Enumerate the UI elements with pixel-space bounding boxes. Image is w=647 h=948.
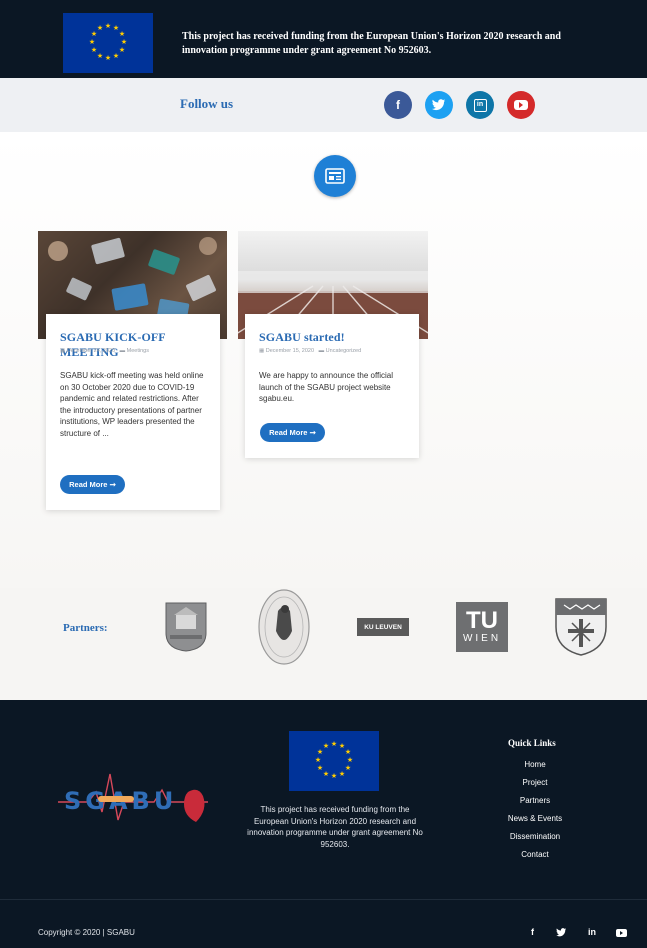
svg-text:★: ★ <box>317 764 323 772</box>
post-meta: ▦ December 24, 2020 ▬ Meetings <box>60 348 149 354</box>
svg-text:★: ★ <box>345 748 351 756</box>
svg-text:★: ★ <box>119 46 125 54</box>
tu-wien-text-bottom: WIEN <box>462 633 502 644</box>
sgabu-logo[interactable]: SGABU <box>58 762 208 832</box>
svg-text:★: ★ <box>323 770 329 778</box>
calendar-icon: ▦ <box>60 348 67 354</box>
svg-text:★: ★ <box>97 24 103 32</box>
youtube-icon[interactable] <box>507 91 535 119</box>
svg-text:★: ★ <box>121 38 127 46</box>
calendar-icon: ▦ <box>259 348 266 354</box>
newcastle-university-shield-logo[interactable] <box>554 597 608 657</box>
ku-leuven-text: KU LEUVEN <box>364 623 402 631</box>
read-more-button[interactable]: Read More ➞ <box>60 475 125 494</box>
funding-text: This project has received funding from t… <box>182 31 561 56</box>
youtube-icon[interactable] <box>616 929 627 937</box>
quick-link-project[interactable]: Project <box>495 778 575 787</box>
post-date: December 24, 2020 <box>66 348 116 354</box>
svg-text:★: ★ <box>105 22 111 30</box>
post-category[interactable]: Meetings <box>127 348 149 354</box>
quick-link-partners[interactable]: Partners <box>495 796 575 805</box>
post-card: SGABU KICK-OFF MEETING ▦ December 24, 20… <box>46 314 220 510</box>
twitter-icon[interactable] <box>425 91 453 119</box>
quick-link-dissemination[interactable]: Dissemination <box>495 832 575 841</box>
post-title[interactable]: SGABU started! <box>259 330 409 345</box>
post-card: SGABU started! ▦ December 15, 2020 ▬ Unc… <box>245 314 419 458</box>
newspaper-icon <box>314 155 356 197</box>
facebook-icon[interactable]: f <box>531 927 534 937</box>
svg-text:★: ★ <box>119 30 125 38</box>
svg-text:★: ★ <box>331 772 337 780</box>
post-title[interactable]: SGABU KICK-OFF MEETING <box>60 330 210 360</box>
svg-text:★: ★ <box>323 742 329 750</box>
svg-text:★: ★ <box>105 54 111 62</box>
ku-leuven-logo[interactable]: KU LEUVEN <box>357 618 409 636</box>
follow-bar <box>0 78 647 132</box>
svg-text:★: ★ <box>89 38 95 46</box>
svg-text:★: ★ <box>347 756 353 764</box>
tu-wien-logo[interactable]: TU WIEN <box>456 602 508 652</box>
read-more-label: Read More <box>269 428 308 437</box>
linkedin-icon[interactable]: in <box>466 91 494 119</box>
university-of-belgrade-seal-logo[interactable] <box>258 589 310 665</box>
post-excerpt: SGABU kick-off meeting was held online o… <box>60 371 204 438</box>
partners-label: Partners: <box>63 622 108 634</box>
quick-link-news-events[interactable]: News & Events <box>495 814 575 823</box>
svg-text:★: ★ <box>91 46 97 54</box>
follow-us-label: Follow us <box>180 96 234 111</box>
facebook-icon[interactable]: f <box>384 91 412 119</box>
arrow-right-icon: ➞ <box>109 480 116 489</box>
folder-icon: ▬ <box>318 348 326 354</box>
partners-section <box>0 588 647 700</box>
eu-flag-icon: ★ ★ ★ ★ ★ ★ ★ ★ ★ ★ ★ ★ <box>63 13 153 73</box>
copyright-text: Copyright © 2020 | SGABU <box>38 928 135 937</box>
quick-links-title: Quick Links <box>508 738 556 748</box>
read-more-button[interactable]: Read More ➞ <box>260 423 325 442</box>
svg-text:★: ★ <box>331 740 337 748</box>
footer-funding-text: This project has received funding from t… <box>247 805 423 849</box>
svg-text:★: ★ <box>113 52 119 60</box>
linkedin-icon[interactable]: in <box>588 927 596 937</box>
tu-wien-text-top: TU <box>466 607 498 634</box>
eu-flag-icon: ★ ★ ★ ★ ★ ★ ★ ★ ★ ★ ★ ★ <box>289 731 379 791</box>
arrow-right-icon: ➞ <box>309 428 316 437</box>
twitter-icon[interactable] <box>556 928 567 939</box>
post-excerpt: We are happy to announce the official la… <box>259 371 394 403</box>
university-crest-logo[interactable] <box>164 601 208 653</box>
read-more-label: Read More <box>69 480 108 489</box>
footer-divider <box>0 899 647 900</box>
folder-icon: ▬ <box>119 348 127 354</box>
svg-text:★: ★ <box>345 764 351 772</box>
post-date: December 15, 2020 <box>265 348 315 354</box>
quick-link-home[interactable]: Home <box>495 760 575 769</box>
svg-text:★: ★ <box>339 770 345 778</box>
quick-link-contact[interactable]: Contact <box>495 850 575 859</box>
post-meta: ▦ December 15, 2020 ▬ Uncategorized <box>259 348 361 354</box>
svg-text:★: ★ <box>97 52 103 60</box>
svg-text:★: ★ <box>315 756 321 764</box>
post-category[interactable]: Uncategorized <box>326 348 361 354</box>
